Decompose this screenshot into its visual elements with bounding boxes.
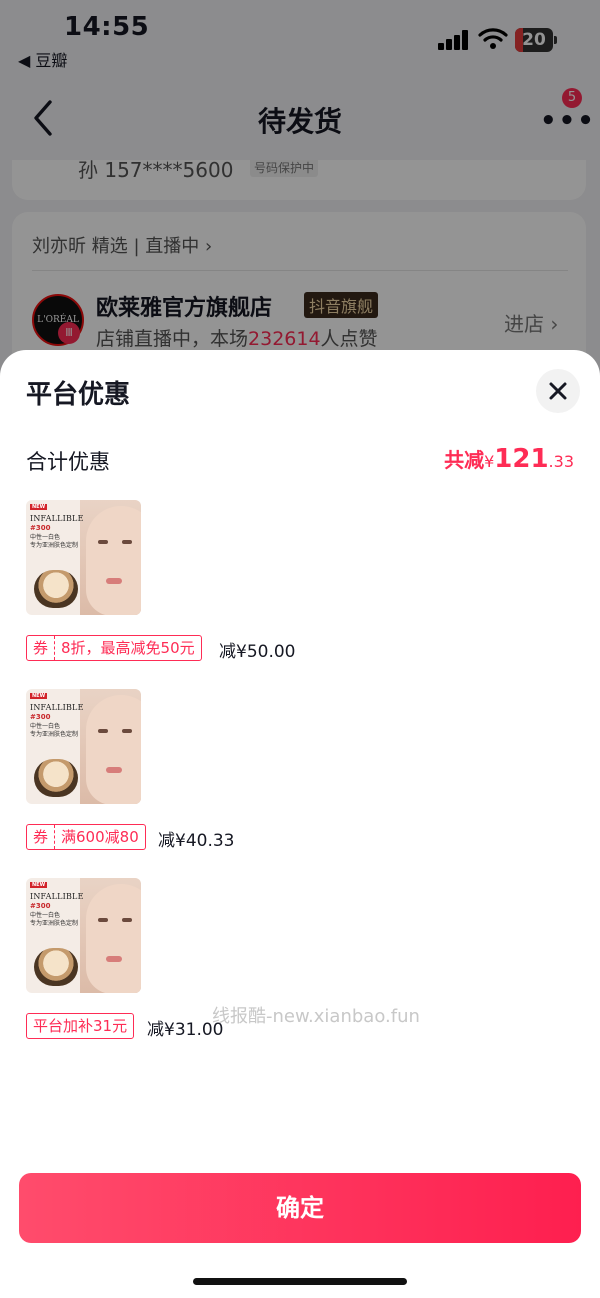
watermark-text: 线报酷-new.xianbao.fun [212, 1006, 420, 1027]
item-discount: 减¥50.00 [219, 642, 296, 662]
platform-discount-sheet: 平台优惠 合计优惠 共减¥121.33 NEW INFALLIBLE #300 … [0, 350, 600, 1298]
total-discount-label: 合计优惠 [26, 450, 110, 474]
platform-subsidy-badge: 平台加补31元 [26, 1013, 135, 1039]
coupon-badge: 券满600减80 [26, 824, 146, 850]
discount-item: NEW INFALLIBLE #300 中性一白色 专为亚洲肤色定制 券满600… [26, 689, 526, 859]
discount-item: NEW INFALLIBLE #300 中性一白色 专为亚洲肤色定制 券 8折，最… [26, 500, 526, 670]
product-thumbnail[interactable]: NEW INFALLIBLE #300 中性一白色 专为亚洲肤色定制 [26, 500, 141, 615]
sheet-title: 平台优惠 [26, 380, 131, 410]
coupon-badge: 券 8折，最高减免50元 [26, 635, 202, 661]
close-button[interactable] [536, 369, 580, 413]
product-thumbnail[interactable]: NEW INFALLIBLE #300 中性一白色 专为亚洲肤色定制 [26, 689, 141, 804]
product-thumbnail[interactable]: NEW INFALLIBLE #300 中性一白色 专为亚洲肤色定制 [26, 878, 141, 993]
confirm-button[interactable]: 确定 [19, 1173, 581, 1243]
close-icon [549, 382, 567, 400]
item-discount: 减¥40.33 [158, 831, 235, 851]
home-indicator[interactable] [193, 1278, 407, 1285]
total-discount-value: 共减¥121.33 [444, 444, 574, 474]
